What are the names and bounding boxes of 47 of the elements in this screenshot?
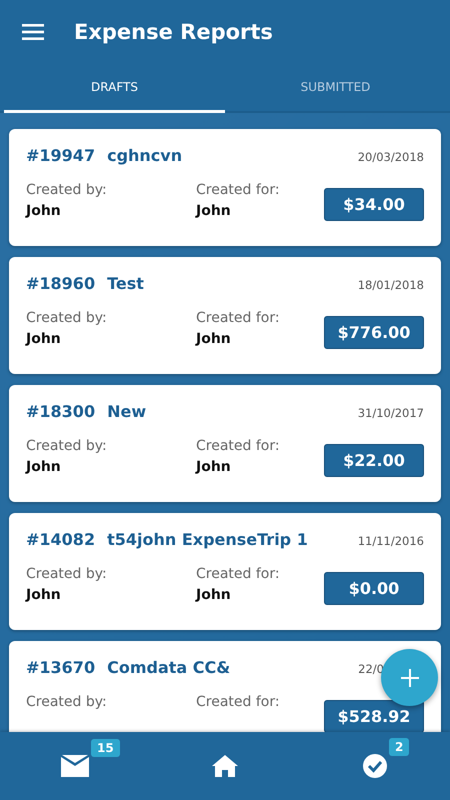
- report-number: #14082: [26, 530, 96, 549]
- report-date: 22/0: [358, 662, 384, 676]
- mail-icon[interactable]: [61, 755, 89, 777]
- field-label: Created by:: [26, 694, 108, 710]
- report-date: 31/10/2017: [358, 406, 424, 420]
- field-label: Created for:: [196, 694, 281, 710]
- field-label: Created for:: [196, 310, 281, 326]
- report-date: 11/11/2016: [358, 534, 424, 548]
- field-label: Created for:: [196, 566, 281, 582]
- field-value: John: [196, 459, 232, 475]
- field-label: Created by:: [26, 310, 108, 326]
- plus-icon: [400, 668, 418, 686]
- field-value: John: [196, 587, 232, 603]
- field-label: Created by:: [26, 438, 108, 454]
- field-label: Created for:: [196, 438, 281, 454]
- field-value: John: [26, 203, 62, 219]
- report-name: t54john ExpenseTrip 1: [107, 530, 308, 549]
- report-number: #18300: [26, 402, 96, 421]
- home-icon[interactable]: [212, 755, 238, 777]
- field-value: John: [26, 587, 62, 603]
- report-date: 20/03/2018: [358, 150, 424, 164]
- report-name: Comdata CC&: [107, 658, 230, 677]
- amount-button[interactable]: $776.00: [324, 316, 424, 349]
- field-value: John: [26, 459, 62, 475]
- menu-icon[interactable]: [22, 24, 44, 40]
- field-label: Created by:: [26, 182, 108, 198]
- tab[interactable]: SUBMITTED: [225, 64, 446, 113]
- report-name: New: [107, 402, 146, 421]
- amount-button[interactable]: $0.00: [324, 572, 424, 605]
- count-badge: 2: [389, 738, 410, 756]
- field-label: Created by:: [26, 566, 108, 582]
- report-name: Test: [107, 274, 144, 293]
- amount-button[interactable]: $34.00: [324, 188, 424, 221]
- count-badge: 15: [91, 739, 120, 757]
- screen-title: Expense Reports: [74, 20, 273, 44]
- field-value: John: [26, 331, 62, 347]
- field-value: John: [196, 331, 232, 347]
- report-number: #18960: [26, 274, 96, 293]
- amount-button[interactable]: $528.92: [324, 700, 424, 732]
- amount-button[interactable]: $22.00: [324, 444, 424, 477]
- report-number: #13670: [26, 658, 96, 677]
- field-value: John: [196, 203, 232, 219]
- field-label: Created for:: [196, 182, 281, 198]
- check-circle-icon[interactable]: [363, 754, 387, 778]
- report-name: cghncvn: [107, 146, 182, 165]
- report-number: #19947: [26, 146, 96, 165]
- report-date: 18/01/2018: [358, 278, 424, 292]
